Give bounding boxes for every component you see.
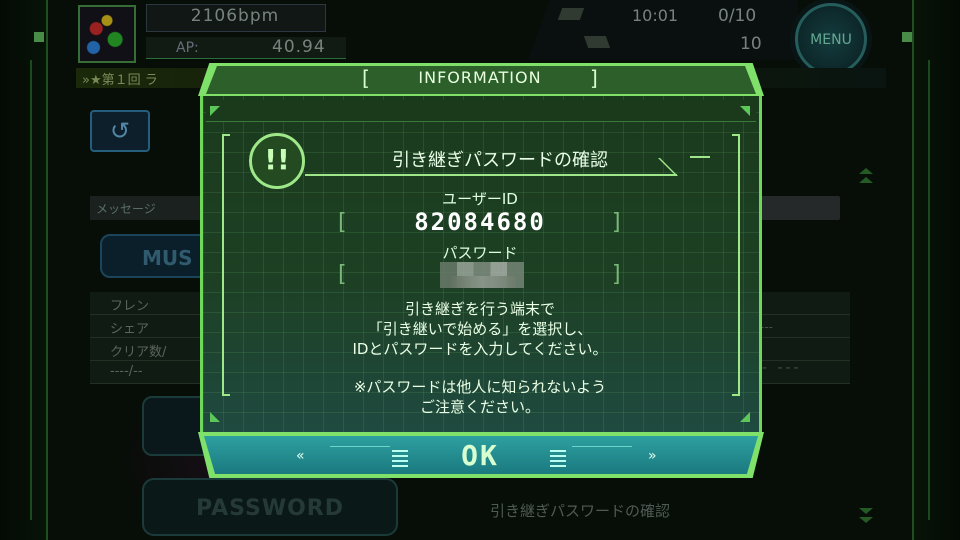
user-id-label: ユーザーID: [442, 190, 518, 208]
bracket-right: ]: [612, 262, 621, 287]
password-label: パスワード: [442, 244, 518, 262]
chevron-left-icon: «: [296, 448, 305, 464]
instruction-line: 引き継ぎを行う端末で: [404, 300, 555, 318]
warning-line: ※パスワードは他人に知られないよう: [353, 378, 607, 396]
bracket-left: [: [338, 262, 347, 287]
heading-underline: [305, 174, 677, 176]
side-bracket-right: [732, 134, 740, 396]
user-id-value: 82084680: [414, 208, 546, 236]
corner-deco: [210, 412, 220, 422]
footer-line-deco: [330, 446, 390, 447]
chevron-right-icon: »: [648, 448, 657, 464]
ok-label: OK: [461, 439, 499, 472]
title-bracket-left: [: [362, 66, 370, 90]
warning-icon: !!: [249, 133, 305, 189]
password-value-blurred: [448, 276, 516, 288]
side-bracket-left: [222, 134, 230, 396]
bracket-right: ]: [612, 210, 621, 235]
dialog-inner-header: [206, 100, 756, 122]
corner-deco: [210, 106, 220, 116]
corner-deco: [740, 106, 750, 116]
warning-symbol: !!: [264, 143, 290, 176]
bracket-left: [: [338, 210, 347, 235]
instruction-line: 「引き継いで始める」を選択し、: [367, 320, 593, 338]
dialog-heading: 引き継ぎパスワードの確認: [392, 150, 608, 171]
lines-icon: [392, 450, 408, 470]
warning-line: ご注意ください。: [419, 398, 540, 416]
footer-line-deco: [572, 446, 632, 447]
lines-icon: [550, 450, 566, 470]
dialog-title: INFORMATION: [418, 68, 542, 87]
ok-button[interactable]: OK: [430, 436, 530, 474]
heading-deco: [690, 156, 710, 158]
title-bracket-right: ]: [590, 66, 598, 90]
instruction-line: IDとパスワードを入力してください。: [352, 340, 608, 358]
corner-deco: [740, 412, 750, 422]
